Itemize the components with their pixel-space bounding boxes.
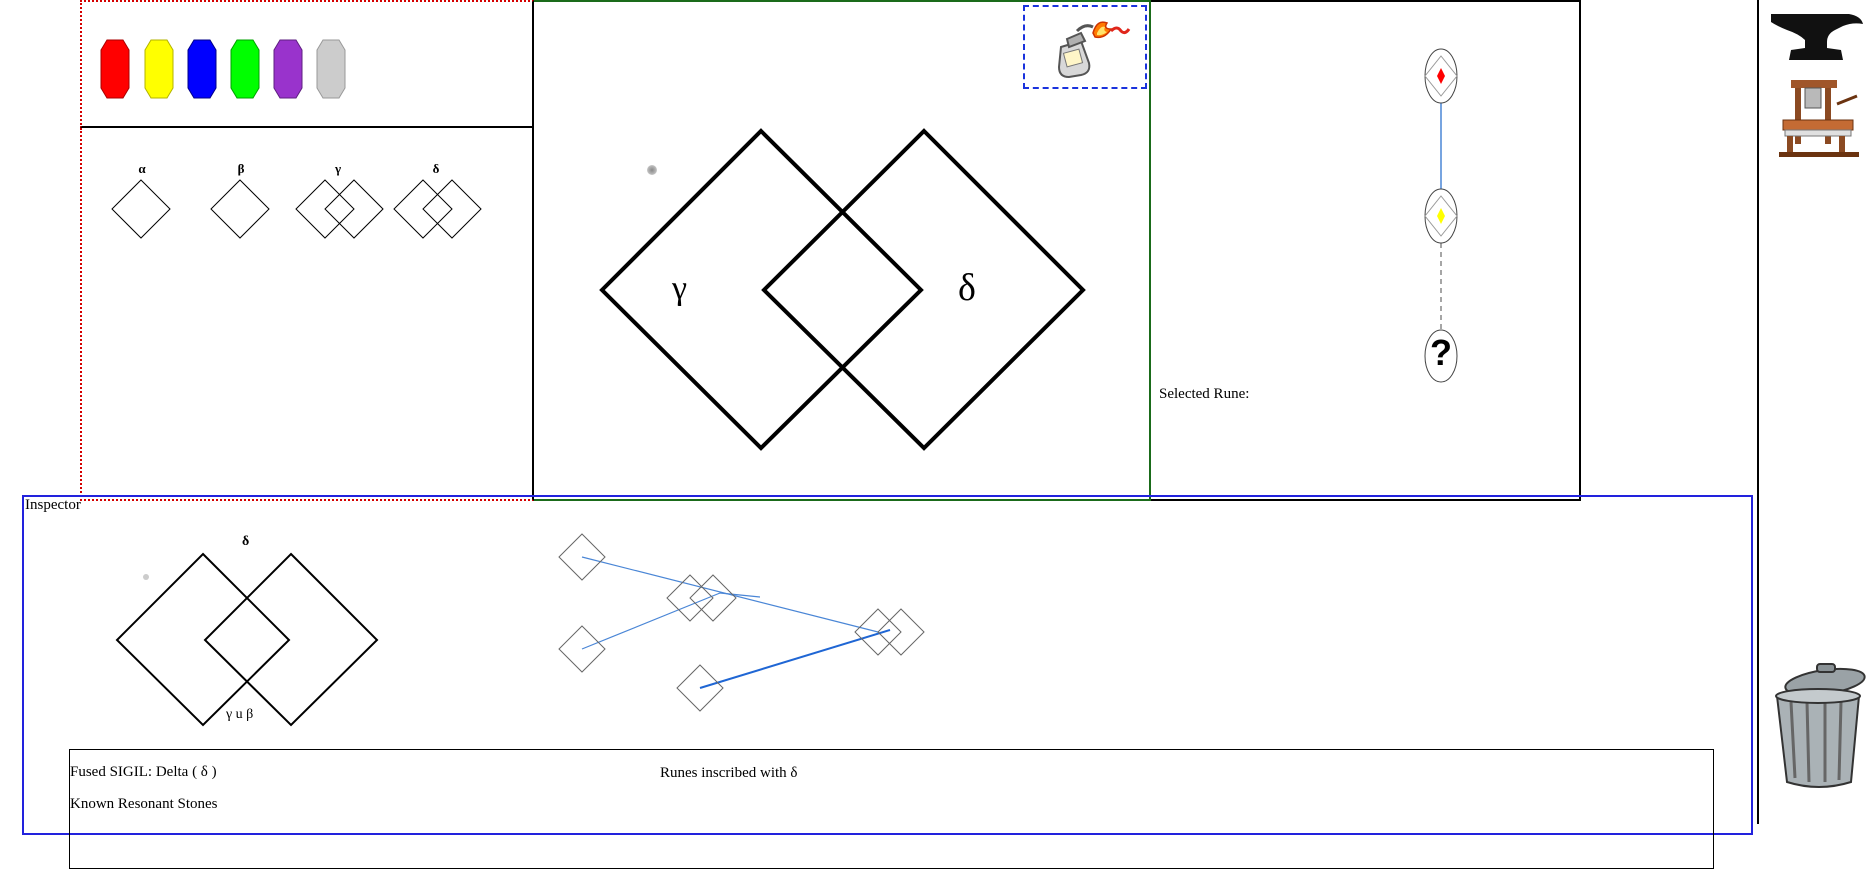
known-stones-heading: Known Resonant Stones [70,796,218,812]
inspector-preview-label: δ [242,534,250,549]
grey-gem[interactable] [316,38,346,100]
rune-alpha-label: α [138,161,146,176]
active-tool-slot[interactable] [1023,5,1147,89]
rune-lineage: ? Selected Rune: [1151,0,1581,501]
inspector-panel: Inspector δ γ u β Fused SIGIL: Delta ( δ… [22,495,1753,869]
red-gem[interactable] [100,38,130,100]
purple-gem[interactable] [273,38,303,100]
fused-sigil-text: Fused SIGIL: Delta ( δ ) [70,764,217,780]
rune-delta-label: δ [432,161,440,176]
rune-canvas[interactable]: γ δ [534,0,1151,501]
sigil-details: Fused SIGIL: Delta ( δ ) Known Resonant … [69,749,1714,869]
anvil-icon[interactable] [1769,10,1865,64]
inspector-title: Inspector [25,497,81,513]
rune-list: α β γ δ [80,128,534,501]
rune-gamma[interactable] [294,178,386,240]
tool-rail [1757,0,1875,824]
rune-alpha[interactable] [110,178,172,240]
rune-beta[interactable] [209,178,271,240]
printing-press-icon[interactable] [1777,74,1863,158]
inspector-preview-rune[interactable] [114,552,384,732]
canvas-gamma-label: γ [672,270,688,307]
derivation-graph[interactable] [558,515,940,715]
rune-gamma-label: γ [334,161,342,176]
inspector-preview-formula: γ u β [226,707,254,722]
fused-rune-drawing[interactable] [596,128,1096,454]
blue-gem[interactable] [187,38,217,100]
fire-spray-icon [1057,21,1131,79]
trash-can-icon[interactable] [1767,660,1871,792]
unknown-rune-glyph: ? [1430,332,1452,373]
rune-delta[interactable] [392,178,484,240]
canvas-delta-label: δ [958,267,976,309]
gem-palette [80,0,534,128]
green-gem[interactable] [230,38,260,100]
rune-beta-label: β [237,161,245,176]
selected-rune-label: Selected Rune: [1159,386,1250,402]
yellow-gem[interactable] [144,38,174,100]
runes-inscribed-heading: Runes inscribed with δ [660,765,798,781]
